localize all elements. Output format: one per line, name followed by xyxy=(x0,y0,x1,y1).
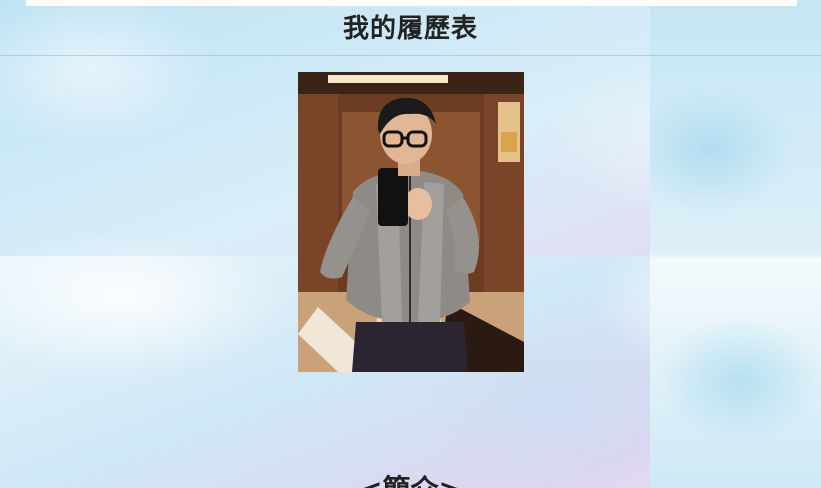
section-heading-intro: <簡介> xyxy=(0,468,821,488)
page-title: 我的履歷表 xyxy=(342,14,478,44)
page-header: 我的履歷表 xyxy=(0,0,821,56)
background-right-panel xyxy=(650,0,821,488)
profile-photo xyxy=(298,72,524,372)
profile-photo-illustration xyxy=(298,72,524,372)
